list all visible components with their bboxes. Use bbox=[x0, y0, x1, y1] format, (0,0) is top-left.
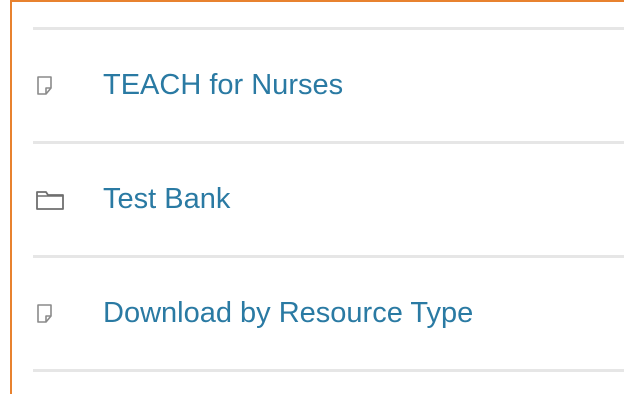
folder-icon bbox=[33, 189, 103, 211]
panel-border-left bbox=[10, 0, 12, 394]
document-icon bbox=[33, 75, 103, 97]
divider bbox=[33, 369, 624, 372]
list-item-teach-for-nurses[interactable]: TEACH for Nurses bbox=[33, 30, 624, 141]
panel-border-top bbox=[10, 0, 624, 2]
resource-list: TEACH for Nurses Test Bank Download by R… bbox=[33, 27, 624, 372]
list-item-test-bank[interactable]: Test Bank bbox=[33, 144, 624, 255]
document-icon bbox=[33, 303, 103, 325]
list-item-label[interactable]: Test Bank bbox=[103, 183, 230, 216]
list-item-label[interactable]: TEACH for Nurses bbox=[103, 69, 343, 102]
list-item-label[interactable]: Download by Resource Type bbox=[103, 297, 473, 330]
content-panel: TEACH for Nurses Test Bank Download by R… bbox=[0, 0, 624, 394]
list-item-download-by-resource-type[interactable]: Download by Resource Type bbox=[33, 258, 624, 369]
